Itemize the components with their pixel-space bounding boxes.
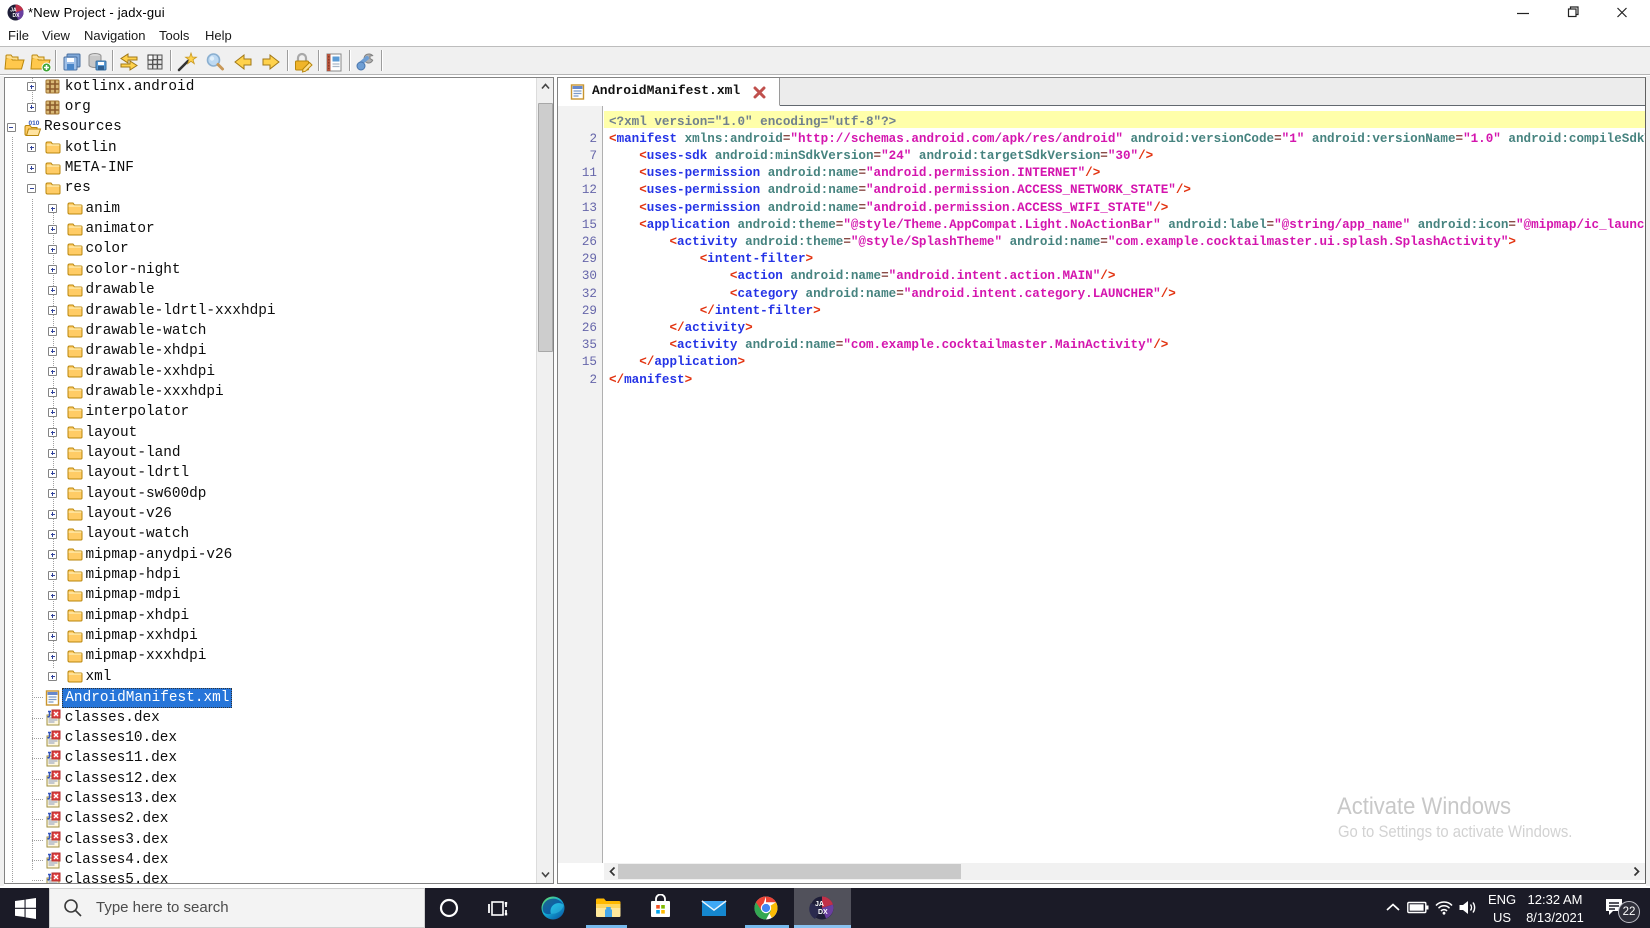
svg-text:010: 010	[29, 120, 40, 127]
svg-text:DX: DX	[13, 13, 21, 19]
svg-text:DX: DX	[818, 909, 828, 916]
svg-text:JA: JA	[815, 901, 824, 908]
